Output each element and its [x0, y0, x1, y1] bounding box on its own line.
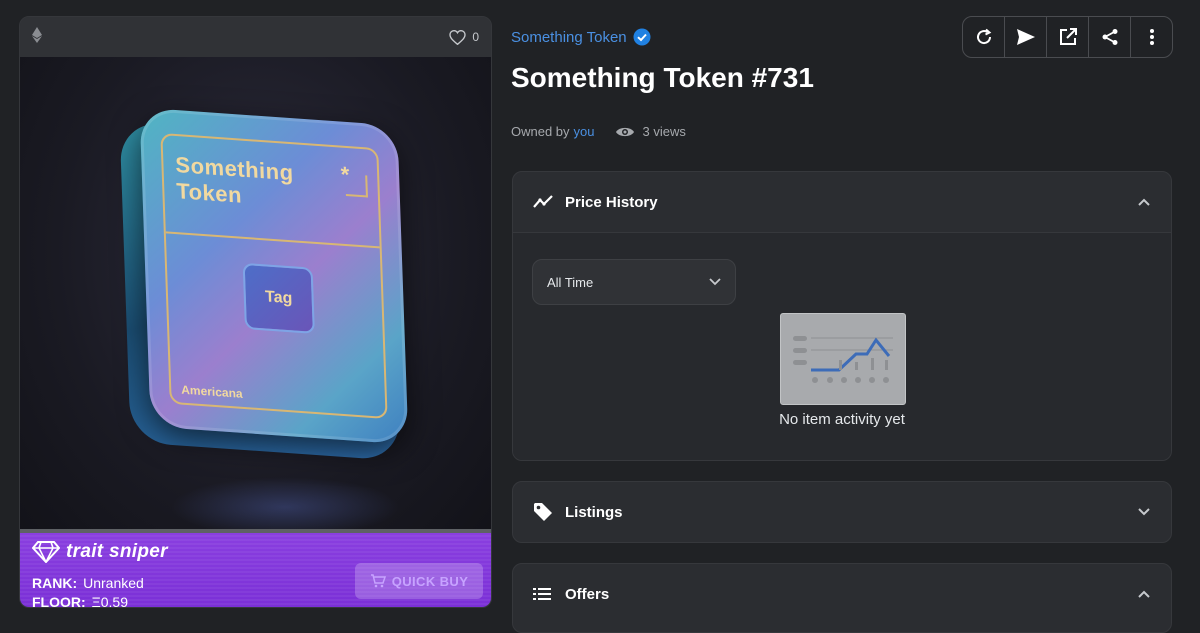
collection-name[interactable]: Something Token — [511, 29, 627, 46]
tag-icon — [534, 503, 552, 521]
collection-link[interactable]: Something Token — [511, 28, 651, 46]
tag-label: Tag — [264, 288, 293, 308]
nft-card: 0 Something Token * Tag Americana trait … — [19, 16, 492, 608]
views-count: 3 views — [615, 124, 686, 139]
price-history-panel: Price History All Time No item activity … — [512, 171, 1172, 461]
transfer-icon — [1016, 29, 1035, 45]
trait-sniper-name: trait sniper — [66, 541, 168, 562]
more-button[interactable] — [1131, 17, 1172, 57]
tile-brand: Americana — [181, 382, 243, 401]
price-history-header[interactable]: Price History — [513, 172, 1171, 232]
item-meta: Owned by you 3 views — [511, 124, 686, 139]
tag-block: Tag — [242, 262, 315, 334]
rank-label: RANK: — [32, 575, 78, 591]
refresh-icon — [976, 28, 991, 45]
external-link-icon — [1059, 28, 1077, 45]
ethereum-icon — [32, 27, 42, 47]
listings-header[interactable]: Listings — [513, 482, 1171, 542]
external-link-button[interactable] — [1047, 17, 1089, 57]
chevron-up-icon[interactable] — [1137, 589, 1151, 599]
quick-buy-label: QUICK BUY — [391, 573, 469, 589]
time-range-value: All Time — [547, 274, 594, 290]
listings-title: Listings — [565, 503, 623, 521]
share-button[interactable] — [1089, 17, 1131, 57]
chevron-down-icon — [709, 278, 721, 286]
price-history-body: All Time No item activity yet — [513, 232, 1171, 460]
floor-label: FLOOR: — [32, 594, 86, 608]
eye-icon — [615, 127, 634, 136]
time-range-select[interactable]: All Time — [532, 259, 736, 305]
list-icon — [533, 588, 551, 600]
rank-value: Unranked — [83, 575, 144, 591]
owned-by-label: Owned by — [511, 124, 570, 139]
offers-panel: Offers — [512, 563, 1172, 633]
cart-icon — [370, 574, 386, 588]
offers-header[interactable]: Offers — [513, 564, 1171, 624]
empty-state-text: No item activity yet — [779, 411, 905, 428]
floor-row: FLOOR: Ξ0.59 — [32, 594, 129, 608]
price-history-title: Price History — [565, 193, 658, 211]
floor-value: Ξ0.59 — [91, 594, 129, 608]
transfer-button[interactable] — [1005, 17, 1047, 57]
chart-line-icon — [533, 195, 553, 208]
card-topbar: 0 — [20, 17, 491, 57]
diamond-icon — [32, 541, 60, 563]
verified-badge-icon — [633, 28, 651, 46]
listings-panel: Listings — [512, 481, 1172, 543]
favorite-button[interactable]: 0 — [449, 29, 479, 45]
token-tile: Something Token * Tag Americana — [139, 107, 409, 445]
favorites-count: 0 — [472, 30, 479, 44]
refresh-button[interactable] — [963, 17, 1005, 57]
chevron-up-icon[interactable] — [1137, 197, 1151, 207]
item-toolbar — [962, 16, 1173, 58]
empty-chart-illustration — [780, 313, 906, 405]
rank-row: RANK: Unranked — [32, 575, 144, 591]
item-title: Something Token #731 — [511, 62, 814, 93]
trait-sniper-bar: trait sniper RANK: Unranked FLOOR: Ξ0.59 Q… — [20, 529, 491, 608]
tile-reflection — [170, 477, 400, 537]
nft-image[interactable]: Something Token * Tag Americana — [20, 57, 491, 545]
more-icon — [1149, 29, 1154, 45]
tile-divider — [165, 231, 380, 249]
offers-title: Offers — [565, 585, 610, 603]
heart-icon — [449, 29, 466, 45]
share-icon — [1102, 29, 1117, 45]
owner-link[interactable]: you — [574, 124, 595, 139]
trait-sniper-logo: trait sniper — [32, 541, 168, 563]
quick-buy-button[interactable]: QUICK BUY — [355, 563, 483, 599]
views-label: 3 views — [642, 124, 686, 139]
corner-mark — [345, 173, 368, 198]
tile-title: Something Token — [175, 152, 295, 212]
tile-frame: Something Token * Tag Americana — [160, 132, 388, 420]
chevron-down-icon[interactable] — [1137, 507, 1151, 517]
